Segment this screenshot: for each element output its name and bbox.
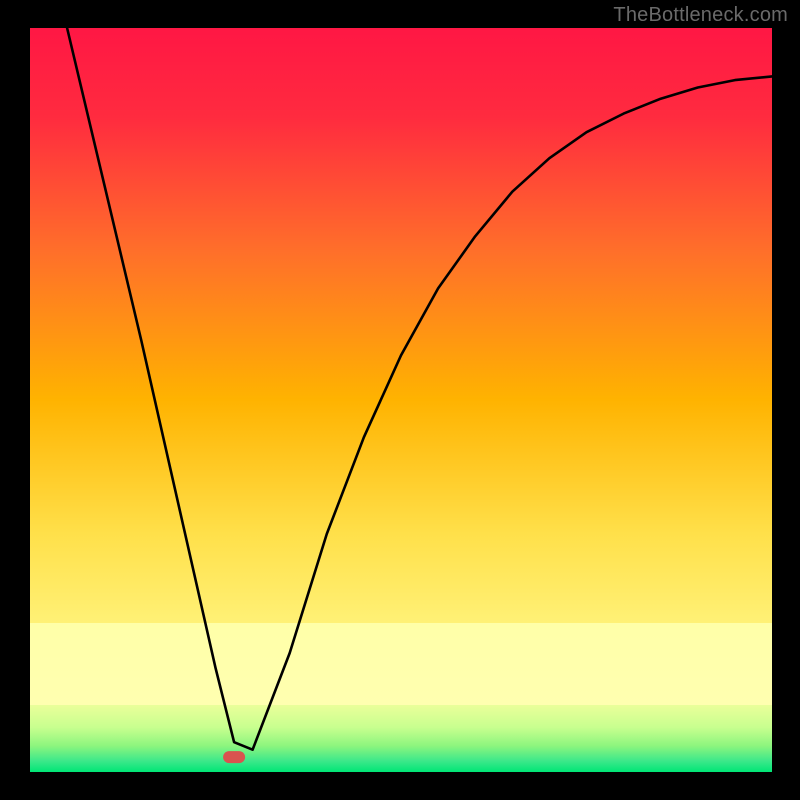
optimum-marker	[223, 751, 245, 763]
plot-background	[30, 28, 772, 772]
watermark-text: TheBottleneck.com	[613, 4, 788, 27]
chart-canvas	[0, 0, 800, 800]
chart-frame: TheBottleneck.com	[0, 0, 800, 800]
